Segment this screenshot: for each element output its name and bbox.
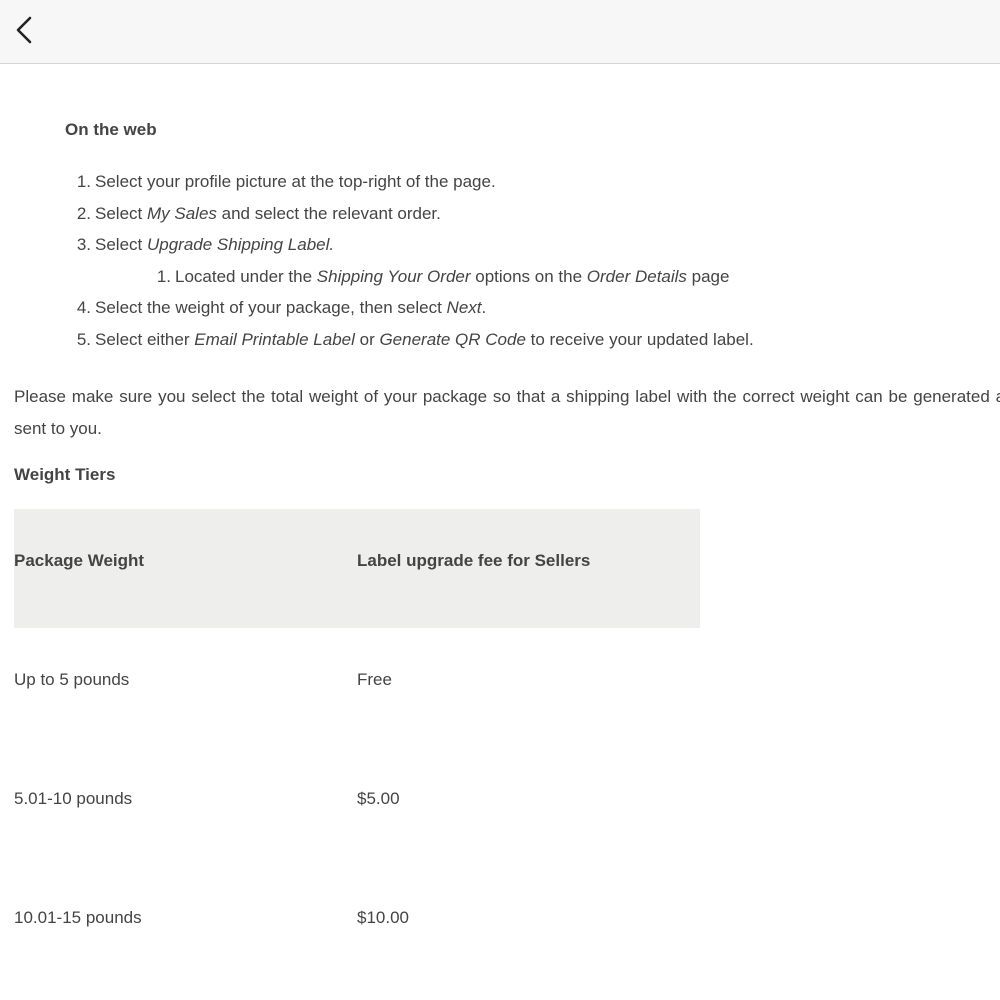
step-emphasis-text: Shipping Your Order	[316, 266, 471, 286]
package-weight-cell: Up to 5 pounds	[14, 669, 130, 689]
steps-list: 1. Select your profile picture at the top…	[77, 166, 754, 356]
step-emphasis-text: Order Details	[586, 266, 687, 286]
step-number: 4.	[76, 298, 91, 317]
step-item: 2. Select My Sales and select the relevan…	[77, 198, 754, 230]
upgrade-fee-cell: Free	[357, 669, 392, 689]
weight-note: Please make sure you select the total we…	[14, 387, 1000, 438]
step-text: Select	[95, 203, 147, 223]
section-heading: On the web	[65, 120, 157, 139]
package-weight-cell: 10.01-15 pounds	[14, 907, 142, 927]
article-content: On the web 1. Select your profile picture…	[0, 64, 1000, 1000]
package-weight-cell: 5.01-10 pounds	[14, 788, 133, 808]
step-emphasis-text: Next	[446, 298, 482, 317]
step-item: 1. Select your profile picture at the top…	[77, 166, 754, 198]
step-item: 3. Select Upgrade Shipping Label.	[77, 229, 754, 261]
step-item: 4. Select the weight of your package, the…	[77, 292, 754, 324]
back-button[interactable]	[6, 12, 42, 52]
table-row: 10.01-15 pounds $10.00	[14, 866, 700, 985]
step-text: Select the weight of your package, then …	[95, 298, 447, 317]
step-number: 5.	[76, 329, 91, 349]
column-header-upgrade-fee: Label upgrade fee for Sellers	[357, 509, 700, 628]
step-text: or	[354, 329, 380, 349]
step-number: 2.	[76, 203, 91, 223]
step-emphasis-text: Upgrade Shipping Label.	[146, 235, 335, 254]
step-text: to receive your updated label.	[525, 329, 754, 349]
table-header-row: Package Weight Label upgrade fee for Sel…	[14, 509, 700, 628]
step-text: Select either	[95, 329, 195, 349]
table-row: Up to 5 pounds Free	[14, 628, 700, 747]
step-emphasis-text: Generate QR Code	[379, 329, 526, 349]
step-text: .	[481, 298, 487, 317]
step-text: Select	[95, 235, 147, 254]
step-emphasis-text: Email Printable Label	[194, 329, 355, 349]
step-text: page	[686, 266, 730, 286]
upgrade-fee-cell: $10.00	[357, 907, 409, 927]
step-text: and select the relevant order.	[216, 203, 441, 223]
chevron-left-icon	[14, 15, 34, 50]
step-number: 1.	[156, 266, 171, 286]
step-text: Located under the	[175, 266, 317, 286]
step-text: options on the	[470, 266, 587, 286]
top-bar	[0, 0, 1000, 64]
upgrade-fee-cell: $5.00	[357, 788, 400, 808]
step-number: 3.	[76, 235, 91, 254]
table-row: 5.01-10 pounds $5.00	[14, 747, 700, 866]
step-number: 1.	[76, 172, 91, 191]
step-text: Select your profile picture at the top-r…	[95, 172, 496, 191]
sub-step-item: 1. Located under the Shipping Your Order …	[95, 261, 754, 293]
step-item: 5. Select either Email Printable Label or…	[77, 324, 754, 356]
column-header-package-weight: Package Weight	[14, 509, 357, 628]
step-emphasis-text: My Sales	[146, 203, 217, 223]
weight-tiers-table: Package Weight Label upgrade fee for Sel…	[14, 509, 700, 985]
weight-tiers-heading: Weight Tiers	[14, 465, 116, 484]
